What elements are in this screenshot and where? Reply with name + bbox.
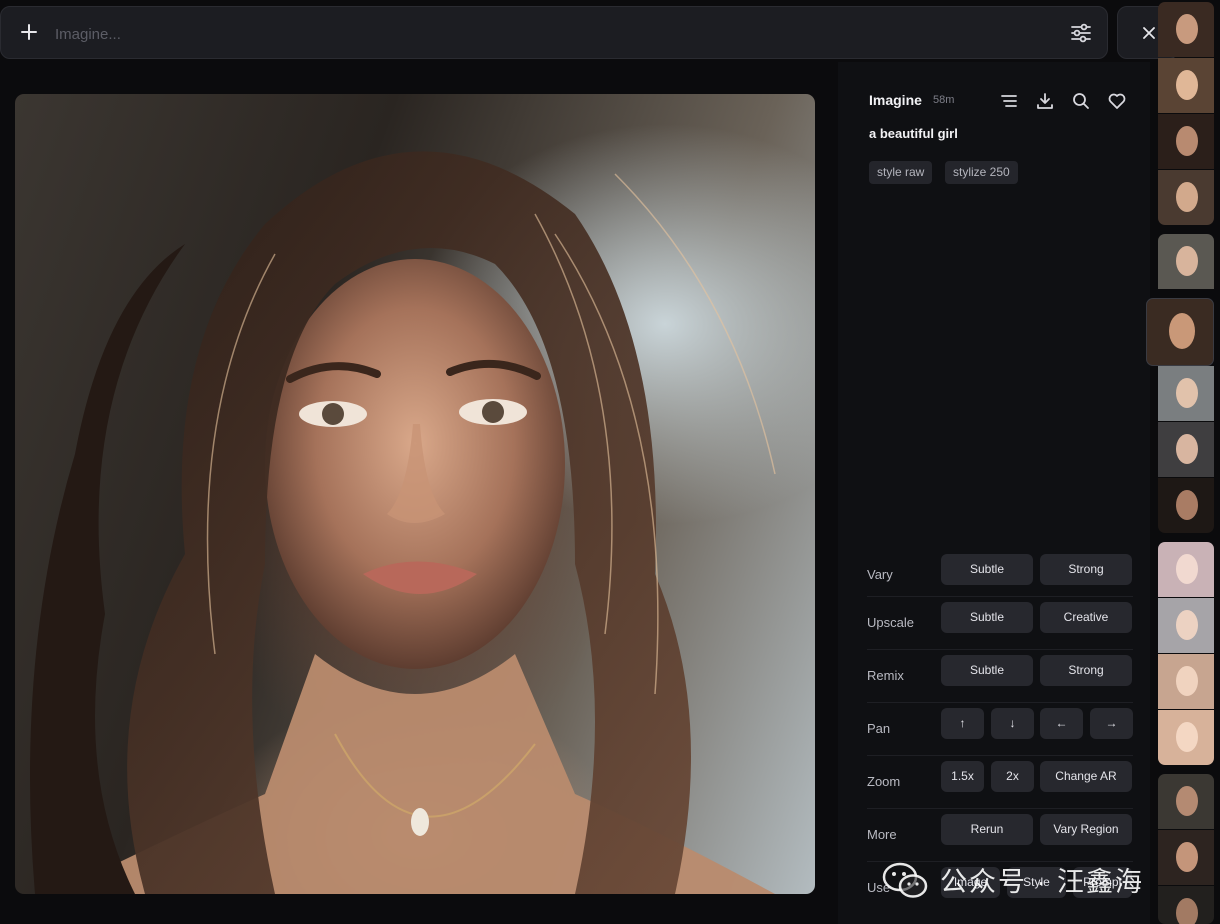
time-ago: 58m <box>933 94 955 106</box>
sliders-icon[interactable] <box>1069 21 1093 45</box>
thumbnail[interactable] <box>1158 542 1214 597</box>
prompt-bar <box>0 6 1108 59</box>
wechat-icon <box>882 862 928 898</box>
download-icon[interactable] <box>1035 91 1055 111</box>
tag-style-raw[interactable]: style raw <box>869 161 933 184</box>
pan-left-button[interactable]: ← <box>1040 708 1083 739</box>
thumbnail[interactable] <box>1158 478 1214 533</box>
vary-subtle-button[interactable]: Subtle <box>941 554 1033 585</box>
row-label: Pan <box>867 721 891 736</box>
thumbnail[interactable] <box>1158 422 1214 477</box>
zoom-2x-button[interactable]: 2x <box>991 761 1034 792</box>
row-label: More <box>867 827 897 842</box>
prompt-text: a beautiful girl <box>869 126 958 141</box>
thumbnail[interactable] <box>1158 710 1214 765</box>
row-vary: Vary Subtle Strong <box>867 549 1133 602</box>
heart-icon[interactable] <box>1107 91 1127 111</box>
portrait-illustration <box>30 151 776 894</box>
pan-down-button[interactable]: ↓ <box>991 708 1034 739</box>
row-upscale: Upscale Subtle Creative <box>867 596 1133 650</box>
thumbnail[interactable] <box>1158 2 1214 57</box>
remix-strong-button[interactable]: Strong <box>1040 655 1132 686</box>
thumbnail[interactable] <box>1158 234 1214 289</box>
watermark-text: 公众号 · 汪鑫海 <box>940 867 1144 897</box>
thumbnail[interactable] <box>1158 170 1214 225</box>
upscale-creative-button[interactable]: Creative <box>1040 602 1132 633</box>
row-zoom: Zoom 1.5x 2x Change AR <box>867 755 1133 809</box>
zoom-1-5x-button[interactable]: 1.5x <box>941 761 984 792</box>
upscale-subtle-button[interactable]: Subtle <box>941 602 1033 633</box>
rerun-button[interactable]: Rerun <box>941 814 1033 845</box>
info-panel: Imagine 58m a beautiful girl style raw s… <box>838 62 1150 924</box>
row-label: Vary <box>867 567 893 582</box>
thumbnail[interactable] <box>1158 654 1214 709</box>
search-icon[interactable] <box>1071 91 1091 111</box>
row-label: Remix <box>867 668 904 683</box>
prompt-input[interactable] <box>53 19 1037 49</box>
remix-subtle-button[interactable]: Subtle <box>941 655 1033 686</box>
thumbnail-selected[interactable] <box>1146 298 1214 366</box>
plus-icon[interactable] <box>19 22 39 42</box>
pan-right-button[interactable]: → <box>1090 708 1133 739</box>
thumbnail[interactable] <box>1158 774 1214 829</box>
watermark: 公众号 · 汪鑫海 <box>882 856 1212 904</box>
generated-image[interactable] <box>15 94 815 894</box>
row-remix: Remix Subtle Strong <box>867 649 1133 703</box>
row-label: Upscale <box>867 615 914 630</box>
tag-stylize[interactable]: stylize 250 <box>945 161 1018 184</box>
row-label: Zoom <box>867 774 901 789</box>
list-icon[interactable] <box>999 91 1019 111</box>
thumbnail[interactable] <box>1158 58 1214 113</box>
pan-up-button[interactable]: ↑ <box>941 708 984 739</box>
row-pan: Pan ↑ ↓ ← → <box>867 702 1133 756</box>
vary-region-button[interactable]: Vary Region <box>1040 814 1132 845</box>
mode-label: Imagine <box>869 92 922 108</box>
change-ar-button[interactable]: Change AR <box>1040 761 1132 792</box>
vary-strong-button[interactable]: Strong <box>1040 554 1132 585</box>
row-more: More Rerun Vary Region <box>867 808 1133 862</box>
thumbnail[interactable] <box>1158 366 1214 421</box>
thumbnail[interactable] <box>1158 114 1214 169</box>
thumbnail[interactable] <box>1158 598 1214 653</box>
close-icon <box>1143 27 1155 39</box>
